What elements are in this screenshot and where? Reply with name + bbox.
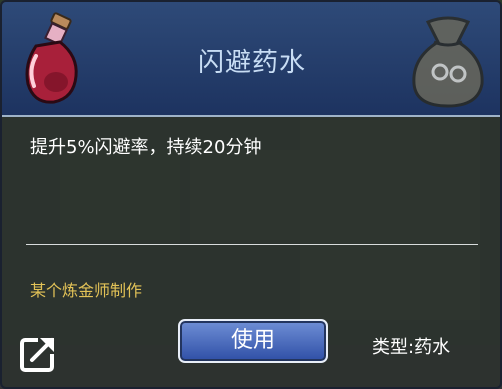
item-header: 闪避药水 xyxy=(2,2,500,117)
red-potion-icon xyxy=(25,12,78,104)
item-name: 闪避药水 xyxy=(197,48,306,78)
pouch-icon xyxy=(412,16,484,108)
divider xyxy=(26,244,478,245)
item-type: 类型:药水 xyxy=(372,337,451,358)
share-icon[interactable] xyxy=(18,332,60,374)
crafter-text: 某个炼金师制作 xyxy=(30,281,143,300)
item-tooltip-panel: 闪避药水 提升5%闪避率，持续20分钟 某个炼金师制作 使用 类型:药水 xyxy=(0,0,502,389)
use-button[interactable]: 使用 xyxy=(178,319,328,363)
item-description: 提升5%闪避率，持续20分钟 xyxy=(30,137,262,158)
